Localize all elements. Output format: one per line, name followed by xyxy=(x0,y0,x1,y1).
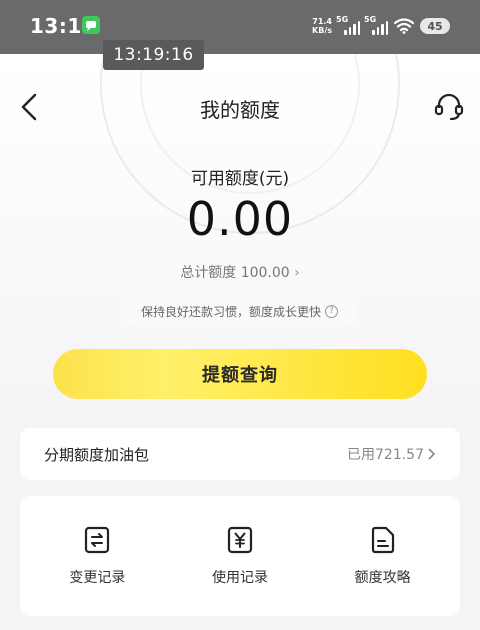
chevron-right-icon xyxy=(428,448,436,460)
question-icon[interactable]: ? xyxy=(325,304,338,318)
tool-credit-guide-label: 额度攻略 xyxy=(354,570,411,586)
tool-change-record-label: 变更记录 xyxy=(69,570,126,586)
tool-credit-guide[interactable]: 额度攻略 xyxy=(323,525,443,587)
fuel-pack-title: 分期额度加油包 xyxy=(44,445,150,464)
status-bar: 13:19 71.4 KB/s 5G 5G 45 xyxy=(0,0,480,54)
wifi-icon xyxy=(394,18,414,34)
swap-record-icon xyxy=(85,526,110,554)
signal-1-icon: 5G xyxy=(336,15,360,35)
tool-change-record[interactable]: 变更记录 xyxy=(37,525,157,587)
tool-usage-record-label: 使用记录 xyxy=(211,570,268,586)
net-speed: 71.4 KB/s xyxy=(312,17,332,35)
time-overlay: 13:19:16 xyxy=(103,40,204,70)
message-icon xyxy=(82,16,100,34)
tool-usage-record[interactable]: 使用记录 xyxy=(180,525,300,587)
headset-icon xyxy=(434,93,464,121)
customer-service-button[interactable] xyxy=(434,92,464,122)
available-credit-label: 可用额度(元) xyxy=(190,169,290,189)
fuel-pack-used: 已用721.57 xyxy=(347,444,436,464)
battery-icon: 45 xyxy=(420,18,450,34)
repayment-tip-text: 保持良好还款习惯，额度成长更快 xyxy=(140,304,321,319)
page-title: 我的额度 xyxy=(200,98,280,122)
installment-fuel-pack-card[interactable]: 分期额度加油包 已用721.57 xyxy=(20,428,460,480)
document-guide-icon xyxy=(371,526,394,554)
total-credit-link[interactable]: 总计额度 100.00 › xyxy=(0,262,480,282)
signal-2-icon: 5G xyxy=(364,15,388,35)
repayment-tip: 保持良好还款习惯，额度成长更快 ? xyxy=(121,296,358,326)
chevron-right-icon: › xyxy=(294,265,300,281)
available-credit-amount: 0.00 xyxy=(186,192,294,246)
status-indicators: 71.4 KB/s 5G 5G 45 xyxy=(312,12,450,40)
credit-hero: 我的额度 可用额度(元) 0.00 总计额度 100.00 › 保持良好还款习惯… xyxy=(0,54,480,424)
credit-increase-query-button[interactable]: 提额查询 xyxy=(53,349,427,399)
yuan-record-icon xyxy=(227,526,253,554)
total-credit-label: 总计额度 100.00 xyxy=(180,265,290,281)
credit-tools-card: 变更记录 使用记录 额度攻略 xyxy=(20,496,460,616)
